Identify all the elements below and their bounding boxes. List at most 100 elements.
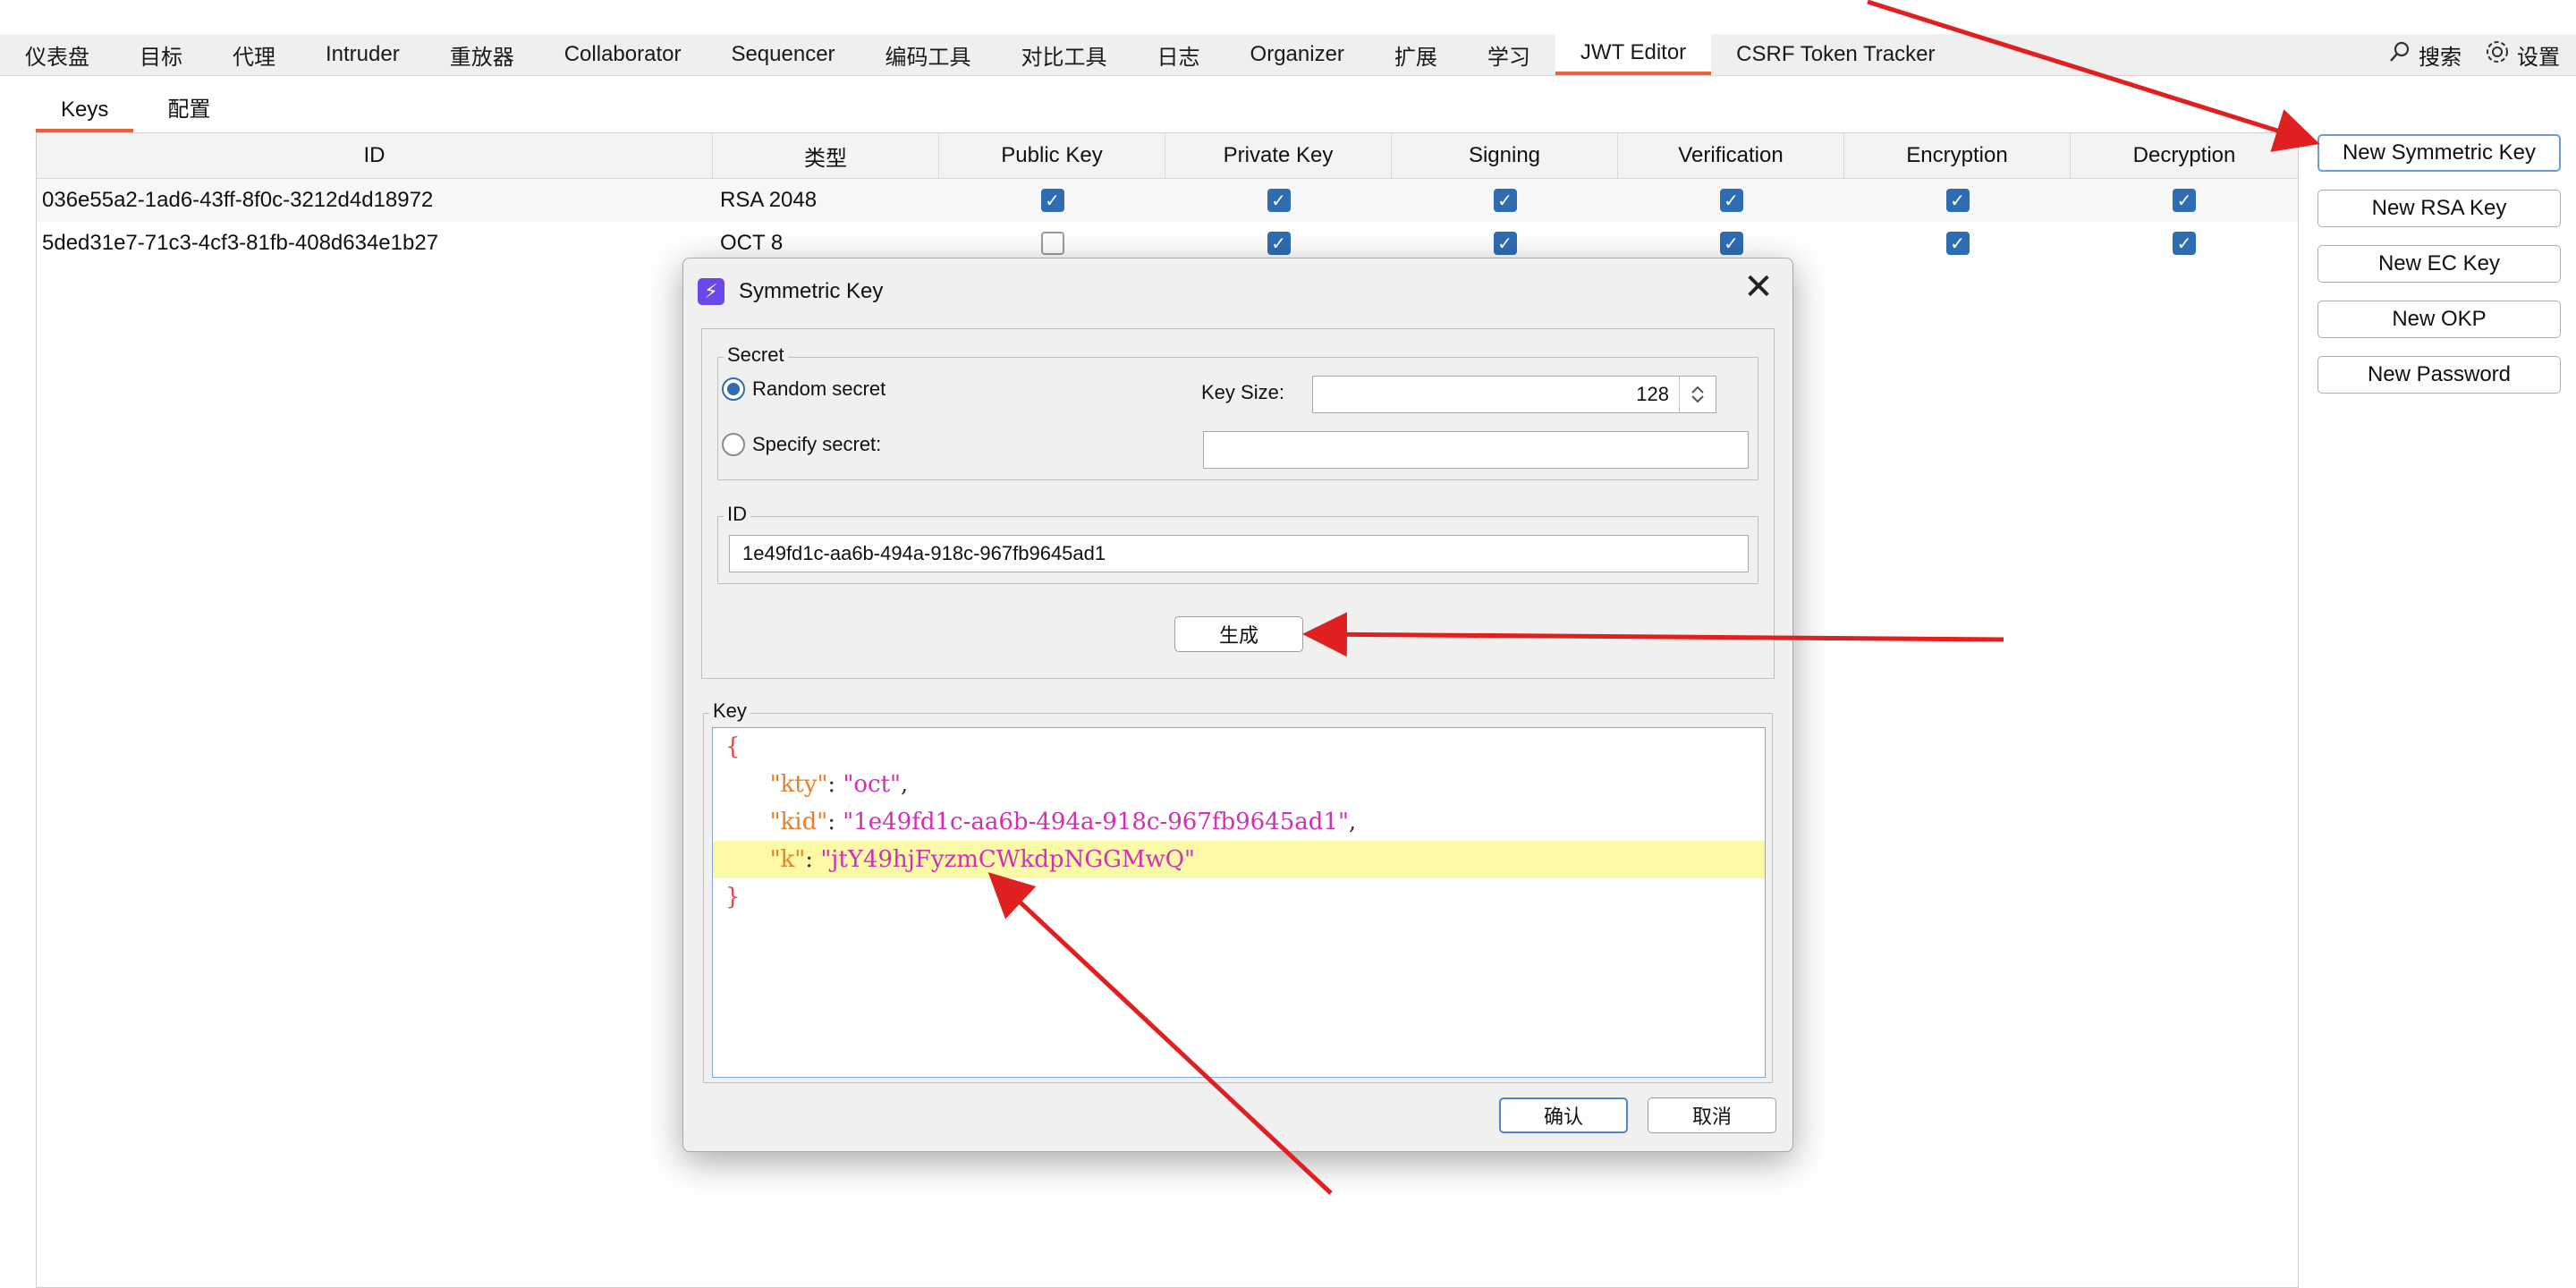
code-line: "kid": "1e49fd1c-aa6b-494a-918c-967fb964… [769,809,1357,835]
column-header-private-key[interactable]: Private Key [1165,133,1392,178]
key-id-cell: 5ded31e7-71c3-4cf3-81fb-408d634e1b27 [42,231,439,255]
tab-proxy[interactable]: 代理 [208,34,301,75]
tab-config[interactable]: 配置 [142,91,235,122]
key-size-spinner[interactable]: 128 [1312,376,1716,413]
cancel-button[interactable]: 取消 [1648,1097,1776,1133]
main-tabs: 仪表盘 目标 代理 Intruder 重放器 Collaborator Sequ… [0,34,1960,75]
check-icon[interactable]: ✓ [1493,232,1517,255]
id-legend: ID [724,503,750,526]
key-size-value: 128 [1636,383,1669,405]
tab-organizer[interactable]: Organizer [1225,34,1369,75]
key-size-label: Key Size: [1201,381,1284,403]
settings-label: 设置 [2517,45,2560,70]
tab-target[interactable]: 目标 [114,34,208,75]
sub-tabs: Keys 配置 [36,91,235,132]
verification-cell: ✓ [1618,179,1844,222]
spinner-arrows-icon[interactable] [1679,377,1716,412]
check-icon[interactable]: ✓ [2173,232,2196,255]
code-line: { [713,728,1765,766]
tab-collaborator[interactable]: Collaborator [539,34,707,75]
column-header-decryption[interactable]: Decryption [2071,133,2298,178]
json-key-kty: "kty" [769,771,828,798]
column-header-encryption[interactable]: Encryption [1844,133,2071,178]
id-panel: ID 1e49fd1c-aa6b-494a-918c-967fb9645ad1 [717,503,1758,584]
search-icon [2388,40,2411,70]
new-okp-button[interactable]: New OKP [2318,301,2561,338]
json-value-kty: "oct" [843,771,902,798]
code-line: "kty": "oct", [769,771,909,798]
json-key-k: "k" [769,846,806,873]
tab-extensions[interactable]: 扩展 [1369,34,1462,75]
specify-secret-radio[interactable] [722,433,745,456]
signing-cell: ✓ [1392,179,1618,222]
check-icon[interactable]: ✓ [1945,232,1970,255]
column-header-id[interactable]: ID [37,133,713,178]
key-actions: New Symmetric Key New RSA Key New EC Key… [2318,134,2561,394]
check-icon[interactable]: ✓ [1945,189,1970,212]
settings-button[interactable]: 设置 [2485,39,2560,71]
json-value-k: "jtY49hjFyzmCWkdpNGGMwQ" [820,846,1196,873]
json-open-brace: { [725,733,741,760]
new-symmetric-key-button[interactable]: New Symmetric Key [2318,134,2561,172]
checkbox-unchecked[interactable] [1040,232,1064,255]
table-header: ID 类型 Public Key Private Key Signing Ver… [37,133,2298,179]
json-key-kid: "kid" [769,809,828,835]
check-icon[interactable]: ✓ [1267,189,1291,212]
tab-csrf-token-tracker[interactable]: CSRF Token Tracker [1711,34,1960,75]
column-header-signing[interactable]: Signing [1392,133,1618,178]
new-password-button[interactable]: New Password [2318,356,2561,394]
key-type-cell: RSA 2048 [720,188,818,212]
check-icon[interactable]: ✓ [1719,189,1743,212]
check-icon[interactable]: ✓ [1267,232,1291,255]
encryption-cell: ✓ [1844,222,2071,265]
check-icon[interactable]: ✓ [1040,189,1064,212]
tab-learn[interactable]: 学习 [1462,34,1555,75]
tab-comparer[interactable]: 对比工具 [996,34,1132,75]
decryption-cell: ✓ [2071,179,2298,222]
ok-button[interactable]: 确认 [1499,1097,1628,1133]
check-icon[interactable]: ✓ [1719,232,1743,255]
random-secret-radio[interactable] [722,377,745,401]
id-input[interactable]: 1e49fd1c-aa6b-494a-918c-967fb9645ad1 [729,535,1749,572]
check-icon[interactable]: ✓ [1493,189,1517,212]
search-button[interactable]: 搜索 [2388,39,2462,71]
column-header-public-key[interactable]: Public Key [939,133,1165,178]
dialog-title: Symmetric Key [739,279,884,303]
tab-jwt-editor[interactable]: JWT Editor [1555,34,1712,75]
new-ec-key-button[interactable]: New EC Key [2318,245,2561,283]
tab-repeater[interactable]: 重放器 [425,34,539,75]
specify-secret-input[interactable] [1203,431,1749,469]
close-icon[interactable]: ✕ [1741,267,1776,307]
table-row[interactable]: 036e55a2-1ad6-43ff-8f0c-3212d4d18972 RSA… [37,179,2298,222]
tab-decoder[interactable]: 编码工具 [860,34,996,75]
key-legend: Key [709,699,750,723]
new-rsa-key-button[interactable]: New RSA Key [2318,190,2561,227]
tab-keys[interactable]: Keys [36,91,134,132]
generate-button[interactable]: 生成 [1174,616,1303,652]
secret-panel: Secret Random secret Specify secret: Key… [717,343,1758,480]
public-key-cell: ✓ [939,179,1165,222]
column-header-type[interactable]: 类型 [713,133,939,178]
tab-sequencer[interactable]: Sequencer [706,34,860,75]
gear-icon [2485,39,2510,71]
specify-secret-option[interactable]: Specify secret: [722,433,881,456]
json-close-brace: } [725,884,741,911]
main-menu-bar: 仪表盘 目标 代理 Intruder 重放器 Collaborator Sequ… [0,34,2576,76]
lightning-icon: ⚡ [698,278,724,305]
decryption-cell: ✓ [2071,222,2298,265]
code-line: } [713,878,1765,916]
dialog-title-bar: ⚡ Symmetric Key [698,269,883,314]
encryption-cell: ✓ [1844,179,2071,222]
json-value-kid: "1e49fd1c-aa6b-494a-918c-967fb9645ad1" [843,809,1349,835]
check-icon[interactable]: ✓ [2173,189,2196,212]
random-secret-option[interactable]: Random secret [722,377,886,401]
key-json-editor[interactable]: { "kty": "oct", "kid": "1e49fd1c-aa6b-49… [712,727,1766,1078]
column-header-verification[interactable]: Verification [1618,133,1844,178]
tab-intruder[interactable]: Intruder [301,34,425,75]
code-line-highlighted: "k": "jtY49hjFyzmCWkdpNGGMwQ" [713,841,1765,878]
search-label: 搜索 [2419,45,2462,70]
tab-dashboard[interactable]: 仪表盘 [0,34,114,75]
private-key-cell: ✓ [1165,179,1392,222]
top-actions: 搜索 设置 [2388,34,2560,75]
tab-logger[interactable]: 日志 [1132,34,1225,75]
